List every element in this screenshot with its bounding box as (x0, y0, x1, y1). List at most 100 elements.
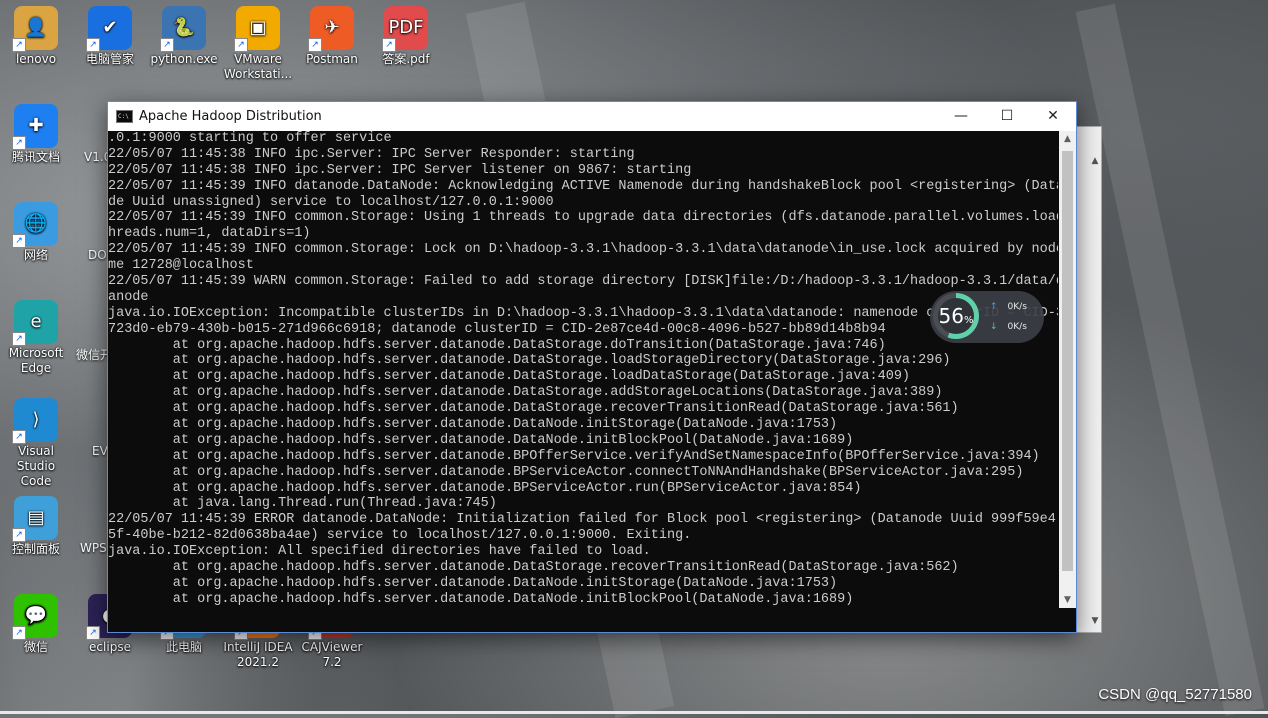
console-line: at org.apache.hadoop.hdfs.server.datanod… (108, 575, 838, 591)
console-line: 723d0-eb79-430b-b015-271d966c6918; datan… (108, 321, 886, 337)
console-line: at org.apache.hadoop.hdfs.server.datanod… (108, 464, 1024, 480)
console-line: java.io.IOException: Incompatible cluste… (108, 305, 1058, 321)
desktop-icon-label: CAJViewer 7.2 (301, 640, 363, 669)
upload-speed: 0K/s (1007, 302, 1027, 312)
console-line: 22/05/07 11:45:39 WARN common.Storage: F… (108, 274, 1058, 290)
console-line: 22/05/07 11:45:39 INFO datanode.DataNode… (108, 178, 1058, 194)
desktop-icon-label: python.exe (150, 52, 218, 66)
partial-icon-do[interactable]: DO (88, 248, 107, 262)
network-icon: 🌐 ↗ (12, 202, 58, 248)
partial-icon-wps[interactable]: WPS (80, 541, 107, 555)
console-line: at org.apache.hadoop.hdfs.server.datanod… (108, 417, 838, 433)
desktop-icon-label: IntelliJ IDEA 2021.2 (223, 640, 293, 669)
console-line: hreads.num=1, dataDirs=1) (108, 226, 311, 242)
console-window[interactable]: C:\ Apache Hadoop Distribution — ☐ ✕ .0.… (107, 101, 1077, 633)
desktop-icon-control-panel[interactable]: ▤ ↗ 控制面板 (0, 496, 72, 557)
control-panel-icon: ▤ ↗ (12, 496, 58, 542)
pc-manager-icon: ✔ ↗ (86, 6, 132, 52)
desktop-icon-label: lenovo (15, 52, 57, 66)
background-scroll-up-icon[interactable]: ▲ (1088, 156, 1102, 170)
desktop-icon-tencent-docs[interactable]: ✚ ↗ 腾讯文档 (0, 104, 72, 165)
console-line: java.io.IOException: All specified direc… (108, 544, 651, 560)
background-scroll-down-icon[interactable]: ▼ (1088, 616, 1102, 630)
console-line: at org.apache.hadoop.hdfs.server.datanod… (108, 401, 959, 417)
network-speed-widget[interactable]: 56% ↑ 0K/s ↓ 0K/s (930, 291, 1044, 343)
desktop-icon-network[interactable]: 🌐 ↗ 网络 (0, 202, 72, 263)
tencent-docs-icon: ✚ ↗ (12, 104, 58, 150)
shortcut-arrow-icon: ↗ (12, 626, 26, 640)
maximize-button[interactable]: ☐ (984, 102, 1030, 131)
console-line: at org.apache.hadoop.hdfs.server.datanod… (108, 591, 854, 607)
desktop-icon-pc-manager[interactable]: ✔ ↗ 电脑管家 (74, 6, 146, 67)
console-line: 22/05/07 11:45:39 INFO common.Storage: L… (108, 242, 1058, 258)
desktop-icon-label: 电脑管家 (85, 52, 134, 66)
console-line: de Uuid unassigned) service to localhost… (108, 194, 554, 210)
console-line: at java.lang.Thread.run(Thread.java:745) (108, 496, 497, 512)
desktop-icon-vscode[interactable]: ⟩ ↗ Visual Studio Code (0, 398, 72, 489)
upload-row: ↑ 0K/s (990, 302, 1027, 312)
desktop-icon-answer-pdf[interactable]: PDF ↗ 答案.pdf (370, 6, 442, 67)
desktop-icon-vmware[interactable]: ▣ ↗ VMware Workstati... (222, 6, 294, 82)
usage-gauge-center: 56% (938, 298, 974, 334)
shortcut-arrow-icon: ↗ (12, 430, 26, 444)
close-button[interactable]: ✕ (1030, 102, 1076, 131)
shortcut-arrow-icon: ↗ (12, 38, 26, 52)
console-output[interactable]: .0.1:9000 starting to offer service 22/05… (108, 131, 1058, 608)
scrollbar-thumb[interactable] (1062, 151, 1073, 571)
desktop-icon-edge[interactable]: e ↗ Microsoft Edge (0, 300, 72, 376)
shortcut-arrow-icon: ↗ (308, 38, 322, 52)
vscode-icon: ⟩ ↗ (12, 398, 58, 444)
desktop-icon-label: eclipse (89, 640, 131, 654)
scroll-down-icon[interactable]: ▼ (1059, 592, 1076, 608)
console-line: at org.apache.hadoop.hdfs.server.datanod… (108, 385, 943, 401)
shortcut-arrow-icon: ↗ (160, 38, 174, 52)
console-bottom-strip (108, 608, 1076, 632)
upload-arrow-icon: ↑ (990, 302, 998, 312)
console-line: me 12728@localhost (108, 258, 254, 274)
desktop-icon-label: 腾讯文档 (11, 150, 60, 164)
console-line: at org.apache.hadoop.hdfs.server.datanod… (108, 337, 886, 353)
desktop-icon-label: Microsoft Edge (8, 346, 64, 375)
shortcut-arrow-icon: ↗ (86, 626, 100, 640)
console-line: 5f-40be-b212-82d0638ba4ae) service to lo… (108, 528, 692, 544)
console-line: .0.1:9000 starting to offer service (108, 131, 392, 146)
desktop-icon-label: Visual Studio Code (16, 444, 56, 488)
lenovo-icon: 👤 ↗ (12, 6, 58, 52)
download-arrow-icon: ↓ (990, 322, 998, 332)
shortcut-arrow-icon: ↗ (12, 234, 26, 248)
desktop-icon-label: 此电脑 (165, 640, 202, 654)
shortcut-arrow-icon: ↗ (12, 136, 26, 150)
desktop-icon-label: VMware Workstati... (223, 52, 293, 81)
console-line: at org.apache.hadoop.hdfs.server.datanod… (108, 560, 959, 576)
desktop-icon-wechat[interactable]: 💬 ↗ 微信 (0, 594, 72, 655)
title-bar[interactable]: C:\ Apache Hadoop Distribution — ☐ ✕ (108, 102, 1076, 131)
shortcut-arrow-icon: ↗ (12, 528, 26, 542)
scroll-up-icon[interactable]: ▲ (1059, 131, 1076, 147)
console-app-icon: C:\ (116, 110, 133, 123)
console-line: at org.apache.hadoop.hdfs.server.datanod… (108, 448, 1040, 464)
desktop-icon-label: 网络 (23, 248, 48, 262)
usage-percent-unit: % (963, 315, 974, 326)
desktop-icon-lenovo[interactable]: 👤 ↗ lenovo (0, 6, 72, 67)
console-line: 22/05/07 11:45:39 INFO common.Storage: U… (108, 210, 1058, 226)
minimize-button[interactable]: — (938, 102, 984, 131)
usage-gauge: 56% (933, 293, 979, 339)
desktop-icon-postman[interactable]: ✈ ↗ Postman (296, 6, 368, 67)
partial-icon-ev[interactable]: EV (92, 444, 108, 458)
vertical-scrollbar[interactable]: ▲ ▼ (1059, 131, 1076, 608)
shortcut-arrow-icon: ↗ (12, 332, 26, 346)
usage-percent: 56 (938, 304, 964, 328)
answer-pdf-icon: PDF ↗ (382, 6, 428, 52)
shortcut-arrow-icon: ↗ (382, 38, 396, 52)
desktop-icon-label: 控制面板 (11, 542, 60, 556)
console-line: 22/05/07 11:45:39 ERROR datanode.DataNod… (108, 512, 1058, 528)
console-line: at org.apache.hadoop.hdfs.server.datanod… (108, 353, 951, 369)
console-line: at org.apache.hadoop.hdfs.server.datanod… (108, 480, 862, 496)
wechat-icon: 💬 ↗ (12, 594, 58, 640)
wallpaper-streak (1075, 3, 1265, 717)
console-line: 22/05/07 11:45:38 INFO ipc.Server: IPC S… (108, 146, 635, 162)
download-speed: 0K/s (1007, 322, 1027, 332)
desktop-icon-python[interactable]: 🐍 ↗ python.exe (148, 6, 220, 67)
csdn-watermark: CSDN @qq_52771580 (1098, 686, 1252, 703)
python-icon: 🐍 ↗ (160, 6, 206, 52)
